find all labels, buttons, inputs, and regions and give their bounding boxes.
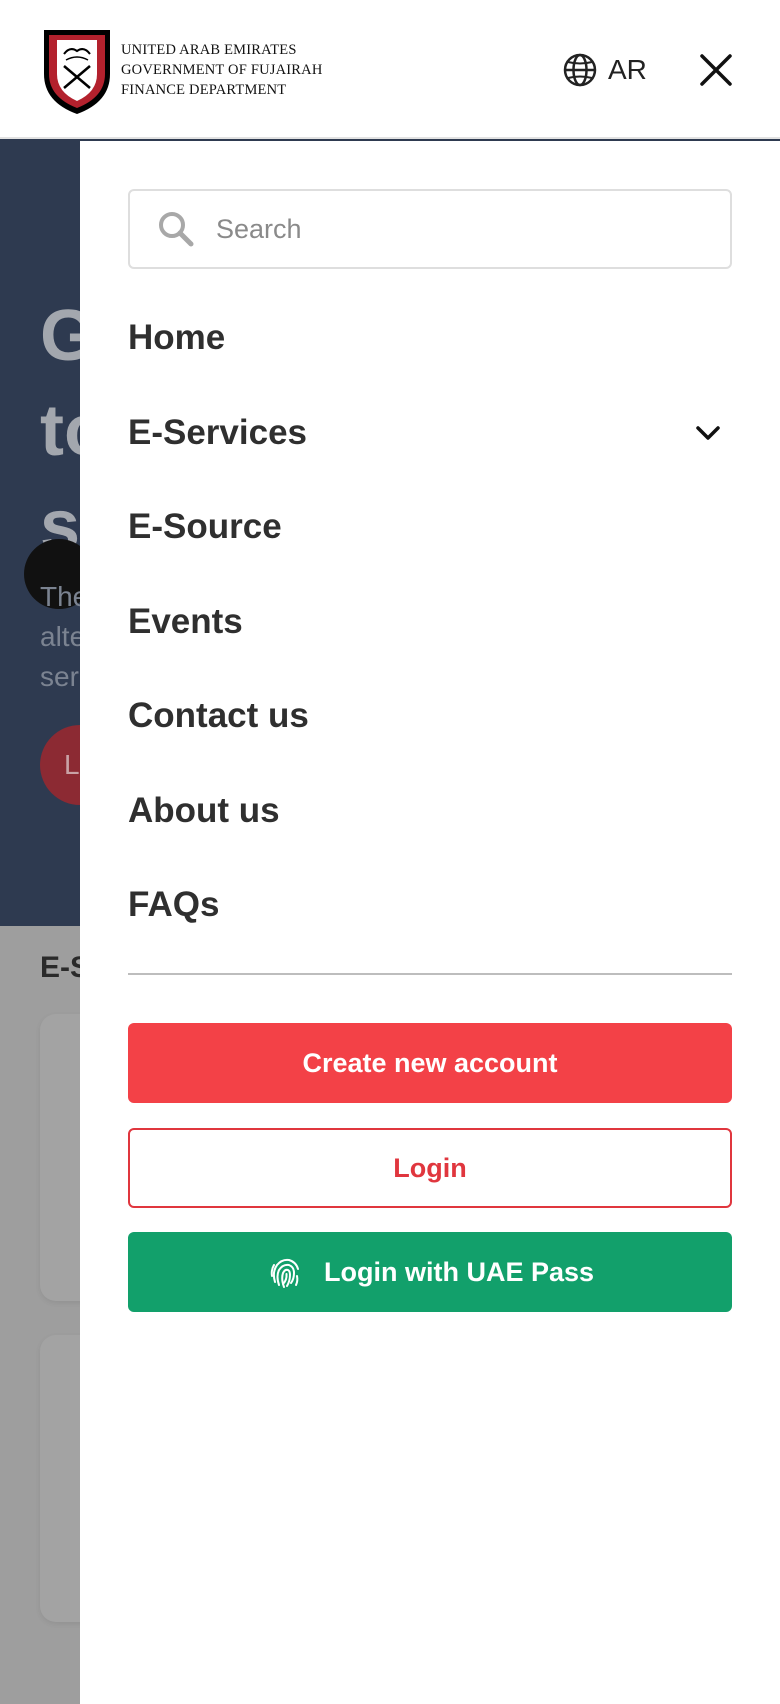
menu-item-contact-us[interactable]: Contact us bbox=[128, 669, 732, 764]
menu-item-home[interactable]: Home bbox=[128, 291, 732, 386]
logo-line-country: UNITED ARAB EMIRATES bbox=[121, 42, 297, 58]
login-button[interactable]: Login bbox=[128, 1128, 732, 1208]
menu-divider bbox=[128, 973, 732, 975]
menu-item-label: Contact us bbox=[128, 696, 309, 736]
menu-item-label: E-Services bbox=[128, 412, 308, 452]
menu-item-label: FAQs bbox=[128, 885, 220, 925]
chevron-down-icon[interactable] bbox=[692, 417, 724, 449]
uae-pass-label: Login with UAE Pass bbox=[323, 1256, 595, 1287]
fingerprint-icon bbox=[270, 1258, 299, 1288]
logo-text: UNITED ARAB EMIRATES GOVERNMENT OF FUJAI… bbox=[121, 40, 323, 100]
language-switch[interactable]: AR bbox=[562, 52, 647, 88]
globe-icon bbox=[563, 53, 597, 87]
close-icon[interactable] bbox=[696, 50, 736, 90]
menu-item-label: E-Source bbox=[128, 507, 282, 547]
menu-item-faqs[interactable]: FAQs bbox=[128, 858, 732, 953]
menu-item-events[interactable]: Events bbox=[128, 575, 732, 670]
menu-item-label: Home bbox=[128, 318, 226, 358]
menu-item-about-us[interactable]: About us bbox=[128, 764, 732, 859]
search-box[interactable] bbox=[128, 189, 732, 269]
language-label: AR bbox=[608, 54, 647, 85]
create-account-button[interactable]: Create new account bbox=[128, 1023, 732, 1103]
menu-item-label: About us bbox=[128, 790, 280, 830]
menu-item-e-source[interactable]: E-Source bbox=[128, 480, 732, 575]
navigation-drawer: Home E-Services E-Source Events Contact … bbox=[80, 141, 780, 1704]
app-header: UNITED ARAB EMIRATES GOVERNMENT OF FUJAI… bbox=[0, 0, 780, 139]
fujairah-emblem-logo[interactable] bbox=[40, 24, 114, 116]
main-menu: Home E-Services E-Source Events Contact … bbox=[128, 291, 732, 953]
logo-line-department: FINANCE DEPARTMENT bbox=[121, 82, 287, 98]
search-input[interactable] bbox=[216, 205, 716, 253]
search-icon bbox=[159, 212, 194, 247]
logo-line-government: GOVERNMENT OF FUJAIRAH bbox=[121, 62, 323, 78]
menu-item-label: Events bbox=[128, 601, 243, 641]
menu-item-e-services[interactable]: E-Services bbox=[128, 386, 732, 481]
uae-pass-login-button[interactable]: Login with UAE Pass bbox=[128, 1232, 732, 1312]
